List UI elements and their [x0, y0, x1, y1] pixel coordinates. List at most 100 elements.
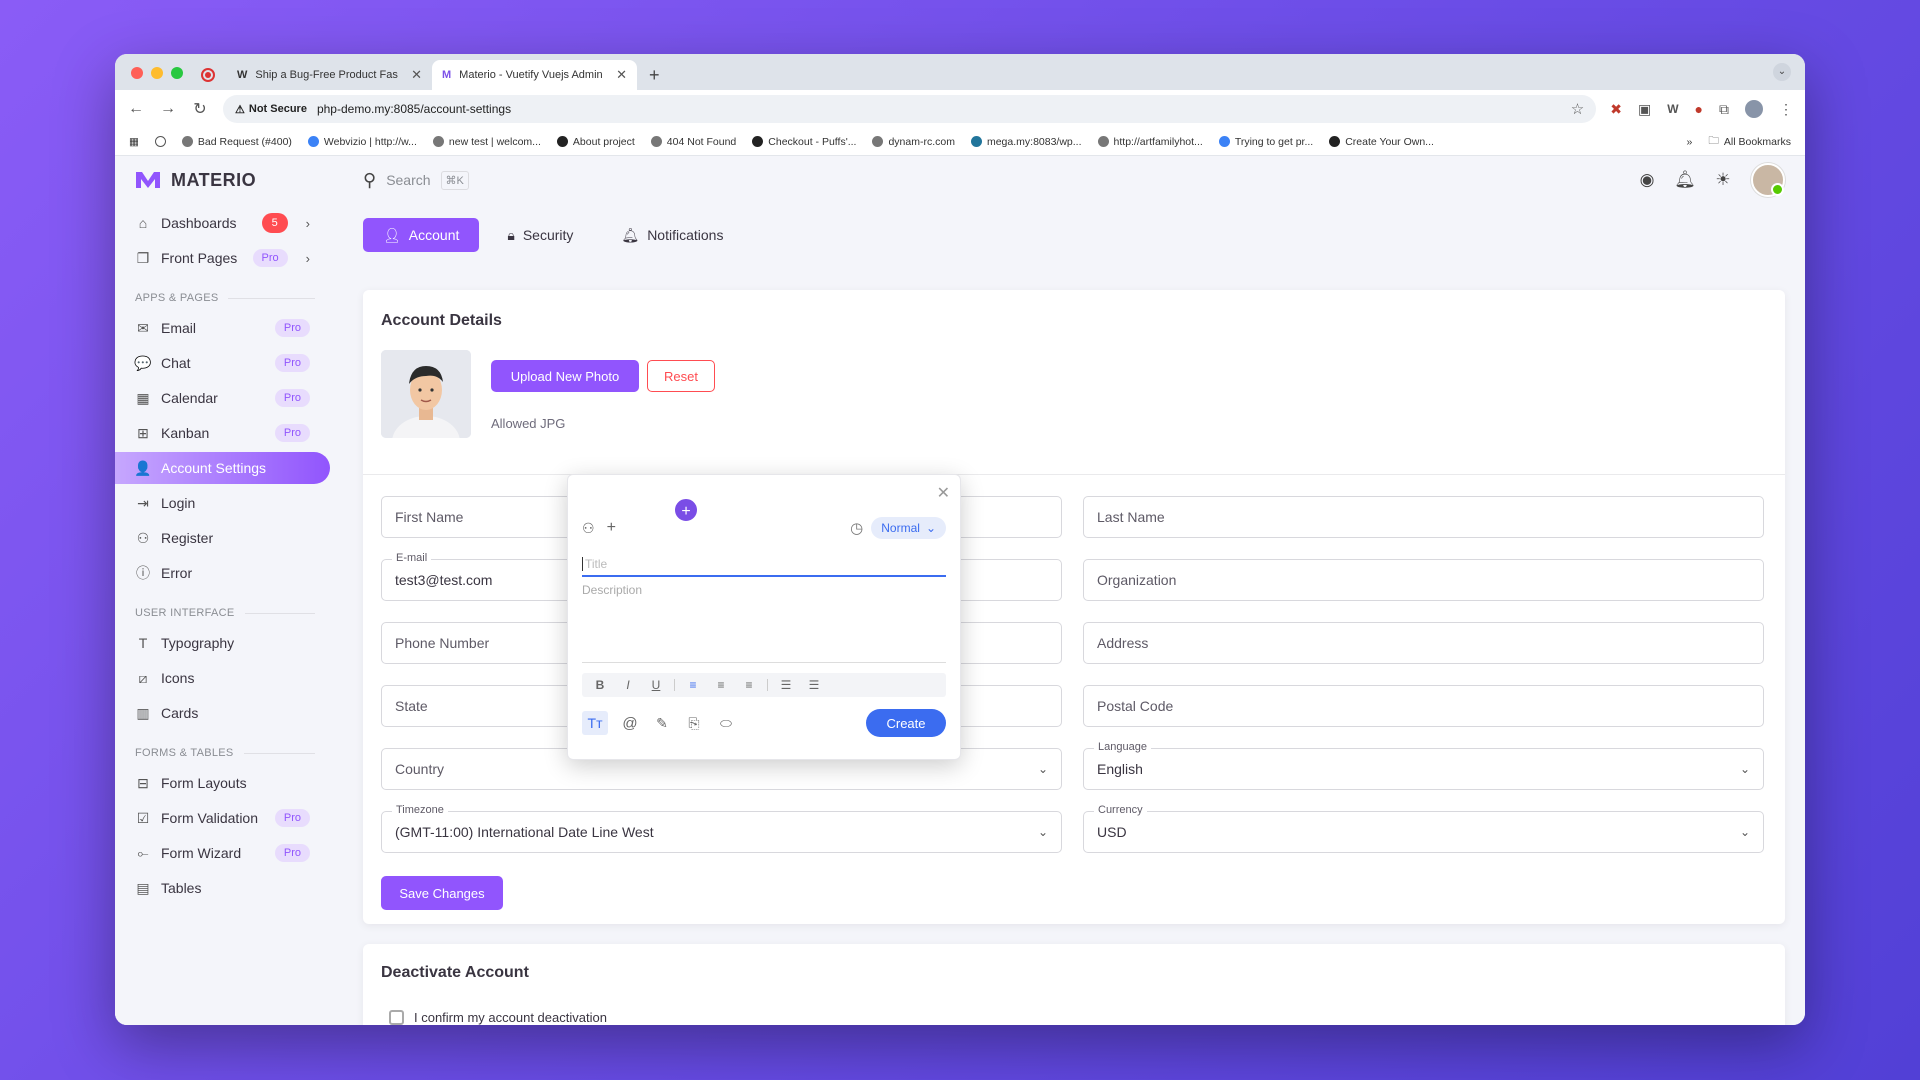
- bullet-list-icon[interactable]: ☰: [776, 675, 796, 695]
- sidebar-item-form-validation[interactable]: ☑ Form Validation Pro: [115, 802, 330, 834]
- close-tab-icon[interactable]: ✕: [411, 67, 422, 83]
- user-avatar[interactable]: [1751, 163, 1785, 197]
- currency-select[interactable]: Currency USD ⌄: [1083, 804, 1764, 853]
- underline-icon[interactable]: U: [646, 675, 666, 695]
- back-icon[interactable]: ←: [127, 100, 145, 118]
- bookmark-item[interactable]: Bad Request (#400): [181, 136, 292, 148]
- bookmark-item[interactable]: Webvizio | http://w...: [307, 136, 417, 148]
- maximize-window-button[interactable]: [171, 67, 183, 79]
- sidebar-item-chat[interactable]: 💬 Chat Pro: [115, 347, 330, 379]
- extensions-puzzle-icon[interactable]: ⧉: [1719, 101, 1729, 118]
- postal-code-field[interactable]: Postal Code: [1083, 685, 1764, 727]
- tab-account[interactable]: 👤︎ Account: [363, 218, 480, 252]
- forward-icon[interactable]: →: [159, 100, 177, 118]
- last-name-field[interactable]: Last Name: [1083, 496, 1764, 538]
- chevron-right-icon: ›: [305, 250, 310, 266]
- bold-icon[interactable]: B: [590, 675, 610, 695]
- url-text[interactable]: php-demo.my:8085/account-settings: [317, 102, 1561, 116]
- create-button[interactable]: Create: [866, 709, 946, 737]
- sidebar-item-account-settings[interactable]: 👤 Account Settings: [115, 452, 330, 484]
- sidebar-item-kanban[interactable]: ⊞ Kanban Pro: [115, 417, 330, 449]
- address-field[interactable]: Address: [1083, 622, 1764, 664]
- all-bookmarks-button[interactable]: 🗀 All Bookmarks: [1708, 133, 1791, 151]
- align-right-icon[interactable]: ≡: [739, 675, 759, 695]
- sidebar-item-tables[interactable]: ▤ Tables: [115, 872, 330, 904]
- title-input[interactable]: Title: [582, 553, 946, 577]
- sidebar-item-dashboards[interactable]: ⌂ Dashboards 5 ›: [115, 207, 330, 239]
- organization-field[interactable]: Organization: [1083, 559, 1764, 601]
- sidebar-item-login[interactable]: ⇥ Login: [115, 487, 330, 519]
- save-changes-button[interactable]: Save Changes: [381, 876, 503, 910]
- confirm-checkbox[interactable]: [389, 1010, 404, 1025]
- numbered-list-icon[interactable]: ☰: [804, 675, 824, 695]
- brand[interactable]: MATERIO: [115, 156, 335, 204]
- browser-tab-1[interactable]: W Ship a Bug-Free Product Fas ✕: [227, 60, 432, 90]
- sidebar-item-form-layouts[interactable]: ⊟ Form Layouts: [115, 767, 330, 799]
- bookmark-item[interactable]: http://artfamilyhot...: [1097, 136, 1203, 148]
- attachment-icon[interactable]: ⎘: [684, 713, 704, 733]
- italic-icon[interactable]: I: [618, 675, 638, 695]
- bookmark-item[interactable]: Create Your Own...: [1329, 136, 1434, 148]
- bell-icon[interactable]: 🔔︎: [1674, 170, 1696, 190]
- new-tab-button[interactable]: +: [649, 65, 660, 86]
- sun-icon[interactable]: ☀: [1713, 170, 1733, 190]
- sidebar-item-email[interactable]: ✉ Email Pro: [115, 312, 330, 344]
- extension-tools-icon[interactable]: ✖: [1610, 101, 1622, 118]
- sidebar-item-icons[interactable]: ⧄ Icons: [115, 662, 330, 694]
- sidebar-item-front-pages[interactable]: ❐ Front Pages Pro ›: [115, 242, 330, 274]
- sidebar-item-cards[interactable]: ▥ Cards: [115, 697, 330, 729]
- bookmark-item[interactable]: Trying to get pr...: [1218, 136, 1313, 148]
- search-trigger[interactable]: ⚲ Search ⌘K: [363, 170, 469, 191]
- mention-icon[interactable]: @: [620, 713, 640, 733]
- text-format-icon[interactable]: Tт: [582, 711, 608, 735]
- extension-webvizio-icon[interactable]: W: [1667, 102, 1678, 116]
- priority-select[interactable]: Normal ⌄: [871, 517, 946, 539]
- edit-icon[interactable]: ✎: [652, 713, 672, 733]
- sidebar-item-typography[interactable]: T Typography: [115, 627, 330, 659]
- bookmark-star-icon[interactable]: ☆: [1571, 100, 1584, 118]
- tag-icon[interactable]: ⬭: [716, 713, 736, 733]
- deactivate-confirm[interactable]: I confirm my account deactivation: [389, 1010, 607, 1025]
- bookmark-globe-icon[interactable]: [154, 136, 166, 147]
- description-input[interactable]: Description: [582, 583, 946, 663]
- align-left-icon[interactable]: ≡: [683, 675, 703, 695]
- apps-grid-icon[interactable]: ▦: [129, 136, 139, 148]
- sidebar-item-register[interactable]: ⚇ Register: [115, 522, 330, 554]
- close-window-button[interactable]: [131, 67, 143, 79]
- extension-camera-icon[interactable]: ▣: [1638, 101, 1651, 118]
- bookmark-item[interactable]: new test | welcom...: [432, 136, 541, 148]
- upload-photo-button[interactable]: Upload New Photo: [491, 360, 639, 392]
- profile-avatar[interactable]: [1745, 100, 1763, 118]
- extension-red-icon[interactable]: ●: [1695, 101, 1703, 117]
- security-indicator[interactable]: ⚠ Not Secure: [235, 103, 307, 116]
- add-annotation-icon[interactable]: +: [673, 497, 699, 523]
- bookmark-item[interactable]: dynam-rc.com: [872, 136, 955, 148]
- reload-icon[interactable]: ↻: [191, 99, 209, 119]
- tab-search-icon[interactable]: ⌄: [1773, 63, 1791, 81]
- bookmark-item[interactable]: About project: [556, 136, 635, 148]
- tab-security[interactable]: 🔒︎ Security: [487, 218, 593, 252]
- align-center-icon[interactable]: ≡: [711, 675, 731, 695]
- home-icon: ⌂: [138, 215, 148, 231]
- close-icon[interactable]: ✕: [937, 483, 950, 503]
- users-icon[interactable]: ⚇: [582, 520, 595, 537]
- add-assignee-icon[interactable]: +: [607, 519, 616, 537]
- tab-notifications[interactable]: 🔔︎ Notifications: [601, 218, 743, 252]
- sidebar-item-form-wizard[interactable]: ⟜ Form Wizard Pro: [115, 837, 330, 869]
- language-select[interactable]: Language English ⌄: [1083, 741, 1764, 790]
- omnibox[interactable]: ⚠ Not Secure php-demo.my:8085/account-se…: [223, 95, 1597, 123]
- bookmark-item[interactable]: 404 Not Found: [650, 136, 736, 148]
- clock-icon[interactable]: ◷: [850, 519, 863, 537]
- bookmark-item[interactable]: Checkout - Puffs'...: [752, 136, 856, 148]
- bookmark-item[interactable]: mega.my:8083/wp...: [970, 136, 1082, 148]
- reset-button[interactable]: Reset: [647, 360, 715, 392]
- browser-menu-icon[interactable]: ⋮: [1779, 101, 1793, 118]
- github-icon[interactable]: ◉: [1637, 170, 1657, 190]
- close-tab-icon[interactable]: ✕: [616, 67, 627, 83]
- sidebar-item-calendar[interactable]: ▦ Calendar Pro: [115, 382, 330, 414]
- sidebar-item-error[interactable]: ⓘ Error: [115, 557, 330, 589]
- minimize-window-button[interactable]: [151, 67, 163, 79]
- more-bookmarks-icon[interactable]: »: [1687, 136, 1693, 148]
- browser-tab-2[interactable]: M Materio - Vuetify Vuejs Admin ✕: [432, 60, 637, 90]
- timezone-select[interactable]: Timezone (GMT-11:00) International Date …: [381, 804, 1062, 853]
